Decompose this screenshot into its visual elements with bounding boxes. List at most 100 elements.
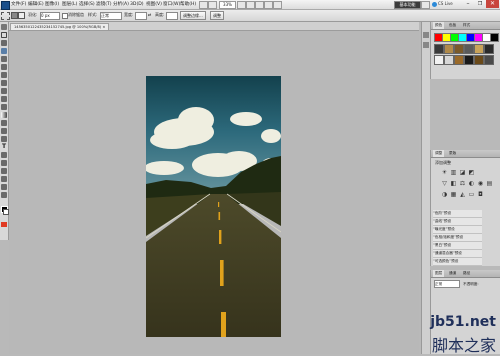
preset-item[interactable]: “黑白”预设 [433,242,482,250]
actions-panel-icon[interactable] [423,42,429,48]
zoom-display[interactable]: 33% [219,1,236,9]
menu-file[interactable]: 文件(F) [11,1,26,8]
clone-stamp-icon[interactable] [1,88,7,94]
cs-live-button[interactable]: CS Live [438,1,456,7]
tab-channels[interactable]: 通道 [447,270,458,277]
3d-rotate-icon[interactable] [1,168,7,174]
channel-mixer-icon[interactable]: ▤ [486,180,493,187]
move-tool-icon[interactable] [1,24,7,30]
menu-filter[interactable]: 滤镜(T) [96,1,112,8]
preset-item[interactable]: “色相/饱和度”预设 [433,234,482,242]
menu-window[interactable]: 窗口(W) [163,1,180,8]
style-swatch[interactable] [484,55,494,65]
style-swatch[interactable] [454,44,464,54]
menu-edit[interactable]: 编辑(E) [28,1,44,8]
black-white-icon[interactable]: ◐ [468,180,475,187]
tab-paths[interactable]: 路径 [461,270,472,277]
zoom-tool-icon[interactable] [246,1,255,9]
mini-bridge-icon[interactable] [208,1,217,9]
add-selection-icon[interactable] [18,12,25,19]
swap-dimensions-icon[interactable]: ⇄ [148,13,153,17]
brightness-icon[interactable]: ☀ [441,169,448,176]
refine-edge-button[interactable]: 调整边缘... [180,11,206,20]
marquee-tool-icon[interactable] [1,32,7,38]
style-swatch[interactable] [434,55,444,65]
style-swatch[interactable] [474,55,484,65]
preset-item[interactable]: “曲线”预设 [433,218,482,226]
workspace-button[interactable]: 基本功能 [394,1,421,9]
marquee-tool-icon[interactable] [1,12,10,20]
menu-layer[interactable]: 图层(L) [62,1,77,8]
brush-tool-icon[interactable] [1,80,7,86]
posterize-icon[interactable]: ▦ [450,191,457,198]
lasso-tool-icon[interactable] [1,40,7,46]
menu-help[interactable]: 帮助(H) [180,1,196,8]
threshold-icon[interactable]: ◭ [459,191,466,198]
close-tab-icon[interactable]: × [102,25,105,29]
new-selection-icon[interactable] [11,12,18,19]
tab-swatches[interactable]: 色板 [447,22,458,29]
style-swatch[interactable] [454,55,464,65]
gradient-map-icon[interactable]: ▭ [468,191,475,198]
pen-tool-icon[interactable] [1,136,7,142]
exposure-icon[interactable]: ◩ [468,169,475,176]
selective-color-icon[interactable]: ◘ [477,191,484,198]
minimize-button[interactable]: – [462,0,474,8]
tab-layers[interactable]: 图层 [433,270,445,277]
color-balance-icon[interactable]: ⚖ [459,180,466,187]
tab-styles[interactable]: 样式 [461,22,472,29]
menu-view[interactable]: 视图(V) [146,1,162,8]
type-tool-icon[interactable]: T [1,144,7,150]
blend-mode-select[interactable]: 正常 [434,280,460,288]
crop-tool-icon[interactable] [1,56,7,62]
tab-adjustments[interactable]: 调整 [433,150,445,157]
levels-icon[interactable]: ▥ [450,169,457,176]
preset-item[interactable]: “可选颜色”预设 [433,258,482,266]
height-field[interactable] [166,12,178,20]
menu-3d[interactable]: 3D(D) [130,1,144,8]
hue-saturation-icon[interactable]: ◧ [450,180,457,187]
3d-orbit-icon[interactable] [1,176,7,182]
invert-icon[interactable]: ◑ [441,191,448,198]
shape-tool-icon[interactable] [1,160,7,166]
style-swatch[interactable] [444,55,454,65]
gradient-tool-icon[interactable] [1,112,7,118]
zoom-tool-icon[interactable] [1,192,7,198]
document-tab[interactable]: 1456350122435234152745.jpg @ 100%(RGB/8)… [10,23,110,30]
style-swatch[interactable] [484,44,494,54]
preset-item[interactable]: “色阶”预设 [433,210,482,218]
workspace-more-icon[interactable] [421,1,430,9]
tab-masks[interactable]: 蒙版 [447,150,458,157]
style-swatch[interactable] [434,44,444,54]
style-select[interactable]: 正常 [100,12,122,20]
width-field[interactable] [135,12,147,20]
dodge-tool-icon[interactable] [1,128,7,134]
feather-field[interactable]: 0 px [40,12,60,20]
vibrance-icon[interactable]: ▽ [441,180,448,187]
bridge-icon[interactable] [199,1,208,9]
style-swatch[interactable] [444,44,454,54]
menu-select[interactable]: 选择(S) [79,1,95,8]
history-brush-icon[interactable] [1,96,7,102]
rotate-view-icon[interactable] [255,1,264,9]
hand-tool-icon[interactable] [1,184,7,190]
style-swatch[interactable] [464,55,474,65]
menu-image[interactable]: 图像(I) [45,1,59,8]
quick-selection-icon[interactable] [1,48,7,54]
curves-icon[interactable]: ◪ [459,169,466,176]
blur-tool-icon[interactable] [1,120,7,126]
style-swatch[interactable] [474,44,484,54]
road-photo[interactable] [146,76,281,337]
preset-item[interactable]: “曝光度”预设 [433,226,482,234]
menu-analysis[interactable]: 分析(A) [113,1,129,8]
healing-brush-icon[interactable] [1,72,7,78]
arrange-documents-icon[interactable] [264,1,273,9]
screen-mode-icon[interactable] [273,1,282,9]
swatch[interactable] [490,33,499,42]
quick-mask-icon[interactable] [1,222,7,227]
eraser-tool-icon[interactable] [1,104,7,110]
restore-button[interactable]: ❐ [474,0,486,8]
app-logo-icon[interactable] [1,1,10,10]
preset-item[interactable]: “通道混合器”预设 [433,250,482,258]
style-swatch[interactable] [464,44,474,54]
